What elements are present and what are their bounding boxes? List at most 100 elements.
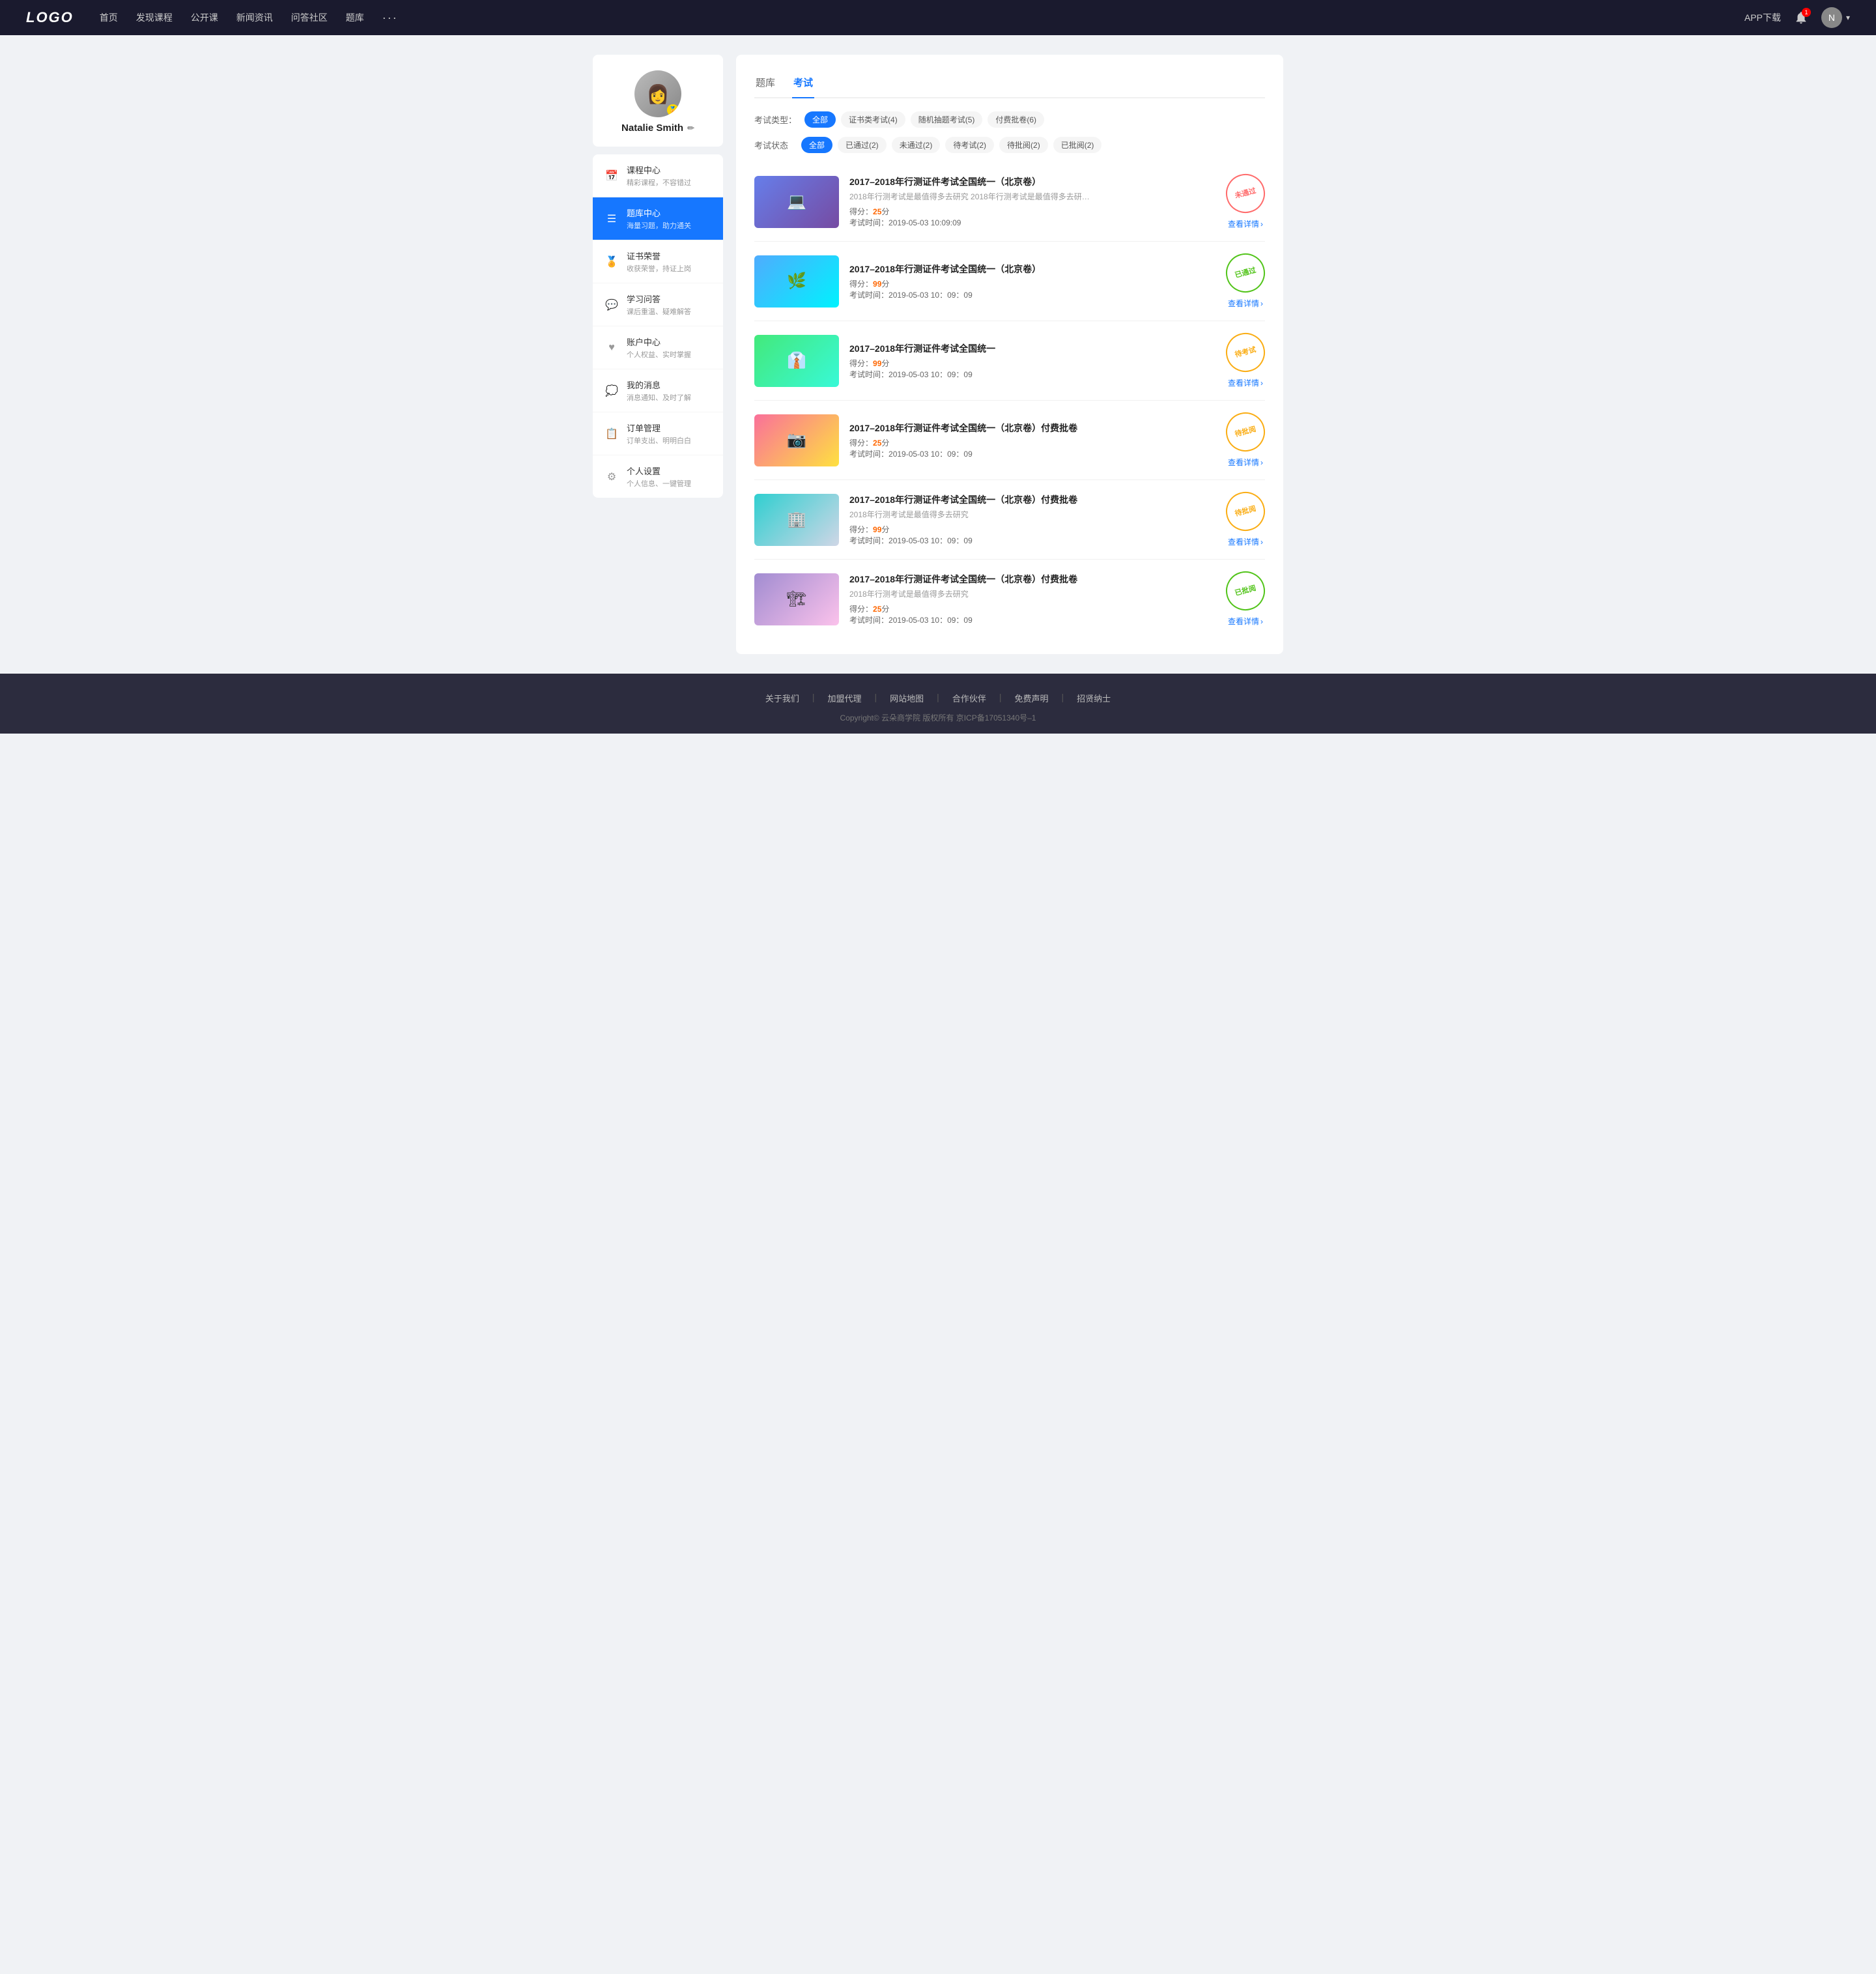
sidebar-item-account[interactable]: ♥ 账户中心 个人权益、实时掌握 [593,326,723,369]
exam-view-detail-0[interactable]: 查看详情 › [1228,218,1263,229]
filter-status-tag-2[interactable]: 未通过(2) [892,137,941,153]
profile-edit-icon[interactable]: ✏ [687,123,694,134]
exam-score-label-1: 得分： [849,279,873,289]
nav-link-2[interactable]: 公开课 [191,11,218,25]
chevron-down-icon: ▾ [1846,13,1850,22]
footer-link-2[interactable]: 网站地图 [890,692,924,704]
filter-status-tag-3[interactable]: 待考试(2) [945,137,994,153]
nav-link-0[interactable]: 首页 [100,11,118,25]
exam-score-3: 25 [873,438,881,448]
footer-link-4[interactable]: 免费声明 [1014,692,1048,704]
exam-thumb-1: 🌿 [754,255,839,308]
exam-stamp-3: 待批阅 [1221,408,1269,455]
footer-sep-2: | [875,692,877,704]
exam-stamp-0: 未通过 [1221,169,1269,217]
exam-info-3: 2017–2018年行测证件考试全国统一（北京卷）付费批卷 得分：25分 考试时… [849,422,1215,459]
filter-status-row: 考试状态 全部已通过(2)未通过(2)待考试(2)待批阅(2)已批阅(2) [754,137,1265,153]
menu-icon-account: ♥ [604,342,619,354]
footer-link-1[interactable]: 加盟代理 [828,692,862,704]
exam-title-3: 2017–2018年行测证件考试全国统一（北京卷）付费批卷 [849,422,1215,435]
exam-thumb-0: 💻 [754,176,839,228]
menu-title-settings: 个人设置 [627,465,711,477]
sidebar-item-orders[interactable]: 📋 订单管理 订单支出、明明白白 [593,412,723,455]
menu-icon-course-center: 📅 [604,169,619,182]
filter-type-tag-0[interactable]: 全部 [804,111,836,128]
exam-info-0: 2017–2018年行测证件考试全国统一（北京卷） 2018年行测考试是最值得多… [849,175,1215,228]
footer-sep-4: | [999,692,1002,704]
exam-item-exam-4: 📷 2017–2018年行测证件考试全国统一（北京卷）付费批卷 得分：25分 考… [754,401,1265,480]
app-download-link[interactable]: APP下载 [1744,11,1781,24]
sidebar-item-settings[interactable]: ⚙ 个人设置 个人信息、一键管理 [593,455,723,498]
nav-more-button[interactable]: ··· [382,11,398,25]
exam-view-detail-1[interactable]: 查看详情 › [1228,298,1263,309]
exam-title-2: 2017–2018年行测证件考试全国统一 [849,342,1215,355]
exam-meta-5: 得分：25分 [849,603,1215,614]
exam-time-5: 考试时间：2019-05-03 10：09：09 [849,614,1215,625]
exam-meta-0: 得分：25分 [849,206,1215,217]
filter-type-tag-3[interactable]: 付费批卷(6) [988,111,1044,128]
menu-subtitle-course-center: 精彩课程，不容错过 [627,177,711,188]
filter-type-tag-1[interactable]: 证书类考试(4) [841,111,905,128]
exam-thumb-3: 📷 [754,414,839,466]
exam-view-detail-2[interactable]: 查看详情 › [1228,377,1263,388]
exam-view-detail-5[interactable]: 查看详情 › [1228,616,1263,627]
exam-view-detail-4[interactable]: 查看详情 › [1228,536,1263,547]
menu-subtitle-settings: 个人信息、一键管理 [627,478,711,489]
exam-score-1: 99 [873,279,881,289]
sidebar-item-qa[interactable]: 💬 学习问答 课后重温、疑难解答 [593,283,723,326]
exam-info-1: 2017–2018年行测证件考试全国统一（北京卷） 得分：99分 考试时间：20… [849,263,1215,300]
exam-action-1: 已通过 查看详情 › [1226,253,1265,309]
exam-view-detail-3[interactable]: 查看详情 › [1228,457,1263,468]
exam-stamp-2: 待考试 [1221,328,1269,376]
nav-link-5[interactable]: 题库 [346,11,364,25]
exam-info-5: 2017–2018年行测证件考试全国统一（北京卷）付费批卷 2018年行测考试是… [849,573,1215,625]
sidebar: 👩 🏅 Natalie Smith ✏ 📅 课程中心 精彩课程，不容错过 ☰ 题… [593,55,723,654]
exam-score-label-4: 得分： [849,525,873,534]
footer-link-5[interactable]: 招贤纳士 [1077,692,1111,704]
logo[interactable]: LOGO [26,9,74,26]
footer-links: 关于我们|加盟代理|网站地图|合作伙伴|免费声明|招贤纳士 [0,692,1876,704]
filter-status-tag-1[interactable]: 已通过(2) [838,137,887,153]
nav-link-3[interactable]: 新闻资讯 [236,11,273,25]
sidebar-profile: 👩 🏅 Natalie Smith ✏ [593,55,723,147]
exam-tab[interactable]: 考试 [792,70,814,97]
sidebar-item-messages[interactable]: 💭 我的消息 消息通知、及时了解 [593,369,723,412]
exam-title-5: 2017–2018年行测证件考试全国统一（北京卷）付费批卷 [849,573,1215,586]
filter-status-tag-5[interactable]: 已批阅(2) [1053,137,1102,153]
sidebar-item-course-center[interactable]: 📅 课程中心 精彩课程，不容错过 [593,154,723,197]
footer: 关于我们|加盟代理|网站地图|合作伙伴|免费声明|招贤纳士 Copyright©… [0,674,1876,734]
avatar-badge-icon: 🏅 [667,104,679,116]
nav-link-1[interactable]: 发现课程 [136,11,173,25]
filter-status-tag-4[interactable]: 待批阅(2) [999,137,1048,153]
user-avatar-menu[interactable]: N ▾ [1821,7,1850,28]
exam-title-4: 2017–2018年行测证件考试全国统一（北京卷）付费批卷 [849,493,1215,506]
profile-name: Natalie Smith ✏ [603,122,713,134]
footer-sep-5: | [1061,692,1064,704]
question-bank-tab[interactable]: 题库 [754,70,776,97]
exam-action-0: 未通过 查看详情 › [1226,174,1265,229]
exam-time-0: 考试时间：2019-05-03 10:09:09 [849,217,1215,228]
menu-title-course-center: 课程中心 [627,164,711,176]
exam-time-2: 考试时间：2019-05-03 10：09：09 [849,369,1215,380]
exam-action-5: 已批阅 查看详情 › [1226,571,1265,627]
filter-type-tag-2[interactable]: 随机抽题考试(5) [911,111,983,128]
exam-info-2: 2017–2018年行测证件考试全国统一 得分：99分 考试时间：2019-05… [849,342,1215,380]
sidebar-item-question-bank[interactable]: ☰ 题库中心 海量习题，助力通关 [593,197,723,240]
menu-subtitle-messages: 消息通知、及时了解 [627,392,711,403]
exam-item-exam-1: 💻 2017–2018年行测证件考试全国统一（北京卷） 2018年行测考试是最值… [754,162,1265,242]
filter-status-tag-0[interactable]: 全部 [801,137,832,153]
nav-link-4[interactable]: 问答社区 [291,11,328,25]
exam-score-2: 99 [873,359,881,368]
notification-bell[interactable]: 1 [1794,10,1808,25]
exam-meta-1: 得分：99分 [849,278,1215,289]
notification-badge: 1 [1802,8,1811,17]
exam-score-0: 25 [873,207,881,216]
nav-links: 首页 发现课程 公开课 新闻资讯 问答社区 题库 ··· [100,11,1744,25]
sidebar-item-certificates[interactable]: 🏅 证书荣誉 收获荣誉，持证上岗 [593,240,723,283]
menu-title-question-bank: 题库中心 [627,207,711,219]
navbar-right: APP下载 1 N ▾ [1744,7,1850,28]
menu-icon-certificates: 🏅 [604,255,619,268]
footer-link-0[interactable]: 关于我们 [765,692,799,704]
main-container: 👩 🏅 Natalie Smith ✏ 📅 课程中心 精彩课程，不容错过 ☰ 题… [593,55,1283,654]
footer-link-3[interactable]: 合作伙伴 [952,692,986,704]
